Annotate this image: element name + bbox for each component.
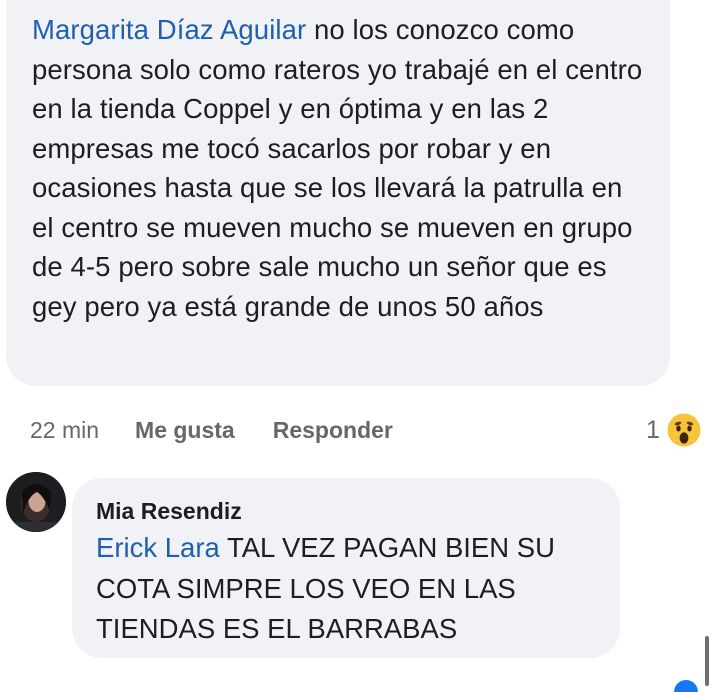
reply-mention-link[interactable]: Erick Lara xyxy=(96,532,220,563)
reply-author-name[interactable]: Mia Resendiz xyxy=(96,496,600,526)
comment-timestamp[interactable]: 22 min xyxy=(30,417,99,444)
reaction-summary[interactable]: 1 xyxy=(646,410,704,450)
wow-icon xyxy=(664,411,703,449)
avatar[interactable] xyxy=(6,472,66,532)
reaction-count: 1 xyxy=(646,415,660,444)
reply-button[interactable]: Responder xyxy=(273,417,393,444)
like-button[interactable]: Me gusta xyxy=(135,417,235,444)
comment-actions: 22 min Me gusta Responder xyxy=(30,412,431,448)
mention-link[interactable]: Margarita Díaz Aguilar xyxy=(32,14,306,45)
reply-text: Erick Lara TAL VEZ PAGAN BIEN SU COTA SI… xyxy=(96,528,600,650)
floating-action-edge[interactable] xyxy=(674,680,698,692)
comment-bubble: Margarita Díaz Aguilar no los conozco co… xyxy=(6,0,670,386)
comment-text: Margarita Díaz Aguilar no los conozco co… xyxy=(32,10,648,326)
avatar-photo xyxy=(6,472,66,532)
reply-bubble: Mia Resendiz Erick Lara TAL VEZ PAGAN BI… xyxy=(72,478,620,658)
scrollbar[interactable] xyxy=(705,636,709,686)
comment-body: no los conozco como persona solo como ra… xyxy=(32,14,643,322)
